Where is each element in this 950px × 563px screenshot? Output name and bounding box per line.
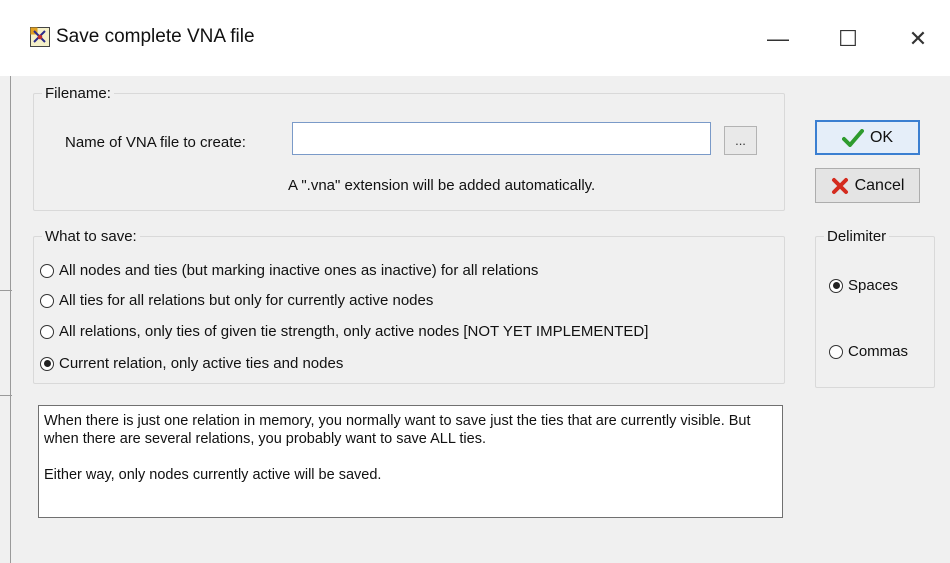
ok-button[interactable]: OK <box>815 120 920 155</box>
save-vna-dialog: Save complete VNA file — ☐ ✕ Filename: N… <box>0 0 950 563</box>
delimiter-spaces-label: Spaces <box>848 277 899 294</box>
radio-button[interactable] <box>40 263 54 278</box>
delimiter-commas-label: Commas <box>848 343 909 360</box>
delimiter-spaces-option[interactable]: Spaces <box>829 277 898 294</box>
minimize-button[interactable]: — <box>758 22 798 56</box>
radio-dot <box>43 360 51 367</box>
radio-button[interactable] <box>829 344 843 359</box>
extension-note: A ".vna" extension will be added automat… <box>288 177 596 194</box>
maximize-button[interactable]: ☐ <box>828 22 868 56</box>
save-option-all-nodes-ties[interactable]: All nodes and ties (but marking inactive… <box>40 262 538 279</box>
delimiter-group: Delimiter <box>815 228 935 388</box>
save-option-tie-strength[interactable]: All relations, only ties of given tie st… <box>40 323 648 340</box>
edge-tick <box>0 395 12 396</box>
ok-label: OK <box>869 128 894 146</box>
radio-button[interactable] <box>40 324 54 339</box>
delimiter-legend: Delimiter <box>827 228 887 245</box>
save-option-current-relation[interactable]: Current relation, only active ties and n… <box>40 355 343 372</box>
vna-name-label: Name of VNA file to create: <box>65 134 246 151</box>
radio-button[interactable] <box>40 293 54 308</box>
save-option-label: Current relation, only active ties and n… <box>59 355 344 372</box>
info-text-line: Either way, only nodes currently active … <box>44 467 382 483</box>
edge-tick <box>0 290 12 291</box>
delimiter-commas-option[interactable]: Commas <box>829 343 908 360</box>
app-icon <box>30 27 50 47</box>
filename-legend: Filename: <box>45 85 111 102</box>
browse-button[interactable]: ... <box>724 126 757 155</box>
close-button[interactable]: ✕ <box>898 22 938 56</box>
radio-button-selected[interactable] <box>40 356 54 371</box>
save-option-label: All nodes and ties (but marking inactive… <box>59 262 539 279</box>
vna-filename-input[interactable] <box>292 122 711 155</box>
cancel-label: Cancel <box>854 176 905 194</box>
cancel-button[interactable]: Cancel <box>815 168 920 203</box>
save-option-label: All ties for all relations but only for … <box>59 292 434 309</box>
save-option-active-nodes[interactable]: All ties for all relations but only for … <box>40 292 433 309</box>
info-text-line: When there is just one relation in memor… <box>44 413 751 447</box>
radio-button-selected[interactable] <box>829 278 843 293</box>
green-check-icon <box>841 128 864 147</box>
window-left-edge <box>10 76 11 563</box>
info-text-box: When there is just one relation in memor… <box>38 405 783 518</box>
radio-dot <box>832 282 840 289</box>
red-x-icon <box>831 177 849 195</box>
window-title: Save complete VNA file <box>56 26 255 47</box>
save-option-label: All relations, only ties of given tie st… <box>59 323 649 340</box>
title-bar: Save complete VNA file — ☐ ✕ <box>0 0 950 76</box>
what-to-save-legend: What to save: <box>45 228 137 245</box>
